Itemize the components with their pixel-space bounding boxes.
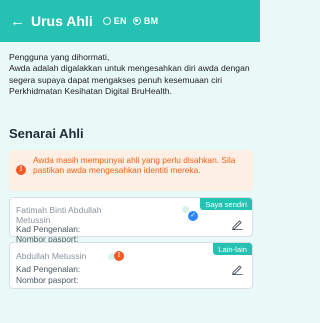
member-name: Fatimah Binti Abdullah Metussin [16,205,102,226]
member-badge: Lain-lain [213,243,252,255]
section-title: Senarai Ahli [9,126,84,141]
member-badge: Saya sendiri [200,198,252,210]
alert-text: Awda masih mempunyai ahli yang perlu dis… [33,155,236,176]
member-name: Abdullah Metussin [16,251,87,261]
nombor-pasport-label: Nombor pasport: [16,275,79,285]
pencil-edit-icon[interactable] [231,218,243,230]
decorative-dot-icon [182,206,189,213]
language-option-en[interactable]: EN [102,16,127,26]
kad-pengenalan-label: Kad Pengenalan: [16,224,81,234]
language-label-en: EN [113,16,127,26]
language-label-bm: BM [143,16,159,26]
member-card-self[interactable]: Saya sendiri Fatimah Binti Abdullah Metu… [9,197,253,244]
kad-pengenalan-label: Kad Pengenalan: [16,264,81,274]
intro-body-text: Awda adalah digalakkan untuk mengesahkan… [9,63,250,97]
language-option-bm[interactable]: BM [132,16,159,26]
greeting-text: Pengguna yang dihormati, [9,52,110,62]
app-header: ← Urus Ahli EN BM [0,0,260,42]
unverified-warning-icon: ! [114,251,124,261]
pencil-edit-icon[interactable] [231,263,243,275]
intro-message: Pengguna yang dihormati, Awda adalah dig… [9,52,254,98]
exclamation-icon: ! [16,165,26,175]
back-arrow-icon[interactable]: ← [10,14,25,29]
radio-bm-icon[interactable] [132,17,141,25]
radio-en-icon[interactable] [102,17,111,25]
verified-check-icon: ✓ [188,211,198,221]
page-title: Urus Ahli [31,13,93,29]
member-card-other[interactable]: Lain-lain Abdullah Metussin ! Kad Pengen… [9,242,253,289]
verification-alert: ! Awda masih mempunyai ahli yang perlu d… [9,150,253,191]
